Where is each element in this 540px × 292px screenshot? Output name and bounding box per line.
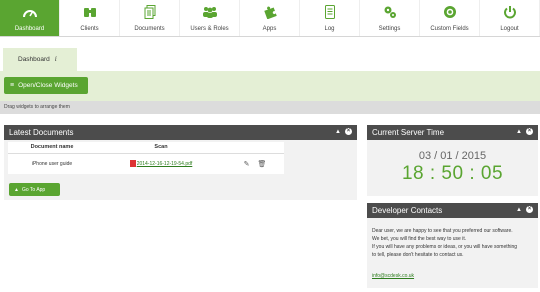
tab-dashboard[interactable]: Dashboard i [3,48,77,71]
caret-up-icon: ▲ [14,186,19,193]
nav-label: Log [324,26,335,32]
gauge-icon [22,4,38,20]
nav-label: Apps [262,26,277,32]
nav-label: Documents [134,26,165,32]
latest-documents-panel: Latest Documents ▲ × Document name Scan … [4,125,357,200]
documents-table: Document name Scan iPhone user guide 201… [8,142,284,174]
panel-header[interactable]: Developer Contacts ▲ × [367,203,538,218]
nav-logout[interactable]: Logout [480,0,540,36]
button-label: Go To App [21,186,46,193]
panel-title: Latest Documents [9,128,74,137]
nav-dashboard[interactable]: Dashboard [0,0,60,36]
nav-clients[interactable]: Clients [60,0,120,36]
panel-header[interactable]: Current Server Time ▲ × [367,125,538,140]
nav-settings[interactable]: Settings [360,0,420,36]
delete-icon[interactable]: 🗑 [257,160,266,168]
edit-icon[interactable]: ✎ [244,160,250,168]
pdf-icon [129,160,136,168]
panel-header[interactable]: Latest Documents ▲ × [4,125,357,140]
panel-title: Current Server Time [372,128,445,137]
power-icon [502,4,518,20]
contacts-text: Dear user, we are happy to see that you … [372,227,536,259]
panel-title: Developer Contacts [372,206,443,215]
open-close-widgets-button[interactable]: ≡ Open/Close Widgets [4,77,88,94]
scan-cell: 2014-12-16-12-19-54.pdf [96,153,226,174]
users-icon [202,4,218,20]
close-icon[interactable]: × [526,128,533,135]
contacts-line: We bet, you will find the best way to us… [372,236,467,242]
documents-icon [142,4,158,20]
binoculars-icon [82,4,98,20]
nav-label: Logout [500,26,519,32]
close-icon[interactable]: × [345,128,352,135]
column-header: Scan [96,142,226,154]
tab-label: Dashboard [18,56,50,63]
collapse-icon[interactable]: ▲ [516,129,522,135]
nav-label: Dashboard [14,26,45,32]
developer-contacts-panel: Developer Contacts ▲ × Dear user, we are… [367,203,538,288]
nav-custom-fields[interactable]: Custom Fields [420,0,480,36]
server-date: 03 / 01 / 2015 [418,150,487,162]
contact-email-link[interactable]: info@scdesk.co.uk [372,273,414,279]
drag-hint: Drag widgets to arrange them [0,101,540,114]
table-row: iPhone user guide 2014-12-16-12-19-54.pd… [8,153,284,174]
log-icon [322,4,338,20]
close-icon[interactable]: × [526,206,533,213]
tab-bar: Dashboard i [0,48,540,71]
widget-toolbar: ≡ Open/Close Widgets [0,71,540,101]
button-label: Open/Close Widgets [18,82,78,89]
info-icon[interactable]: i [55,56,57,63]
column-header-actions [226,142,284,154]
server-clock: 18 : 50 : 05 [401,163,504,184]
go-to-app-button[interactable]: ▲ Go To App [9,183,60,196]
gears-icon [382,4,398,20]
nav-label: Settings [378,26,401,32]
custom-fields-icon [442,4,458,20]
row-actions: ✎ 🗑 [226,153,284,174]
top-navigation: Dashboard Clients Documents Users & Role… [0,0,540,37]
server-time-panel: Current Server Time ▲ × 03 / 01 / 2015 1… [367,125,538,196]
document-name: iPhone user guide [31,160,73,167]
nav-label: Custom Fields [430,26,469,32]
nav-label: Clients [80,26,99,32]
nav-label: Users & Roles [190,26,229,32]
contacts-line: If you will have any problems or ideas, … [372,244,518,250]
contacts-line: to tell, please don't hesitate to contac… [372,252,464,258]
collapse-icon[interactable]: ▲ [335,129,341,135]
puzzle-icon [262,4,278,20]
nav-documents[interactable]: Documents [120,0,180,36]
scan-link[interactable]: 2014-12-16-12-19-54.pdf [137,161,193,167]
collapse-icon[interactable]: ▲ [516,207,522,213]
menu-icon: ≡ [10,82,15,89]
nav-log[interactable]: Log [300,0,360,36]
nav-apps[interactable]: Apps [240,0,300,36]
contacts-line: Dear user, we are happy to see that you … [372,228,513,234]
nav-users-roles[interactable]: Users & Roles [180,0,240,36]
column-header: Document name [8,142,96,154]
